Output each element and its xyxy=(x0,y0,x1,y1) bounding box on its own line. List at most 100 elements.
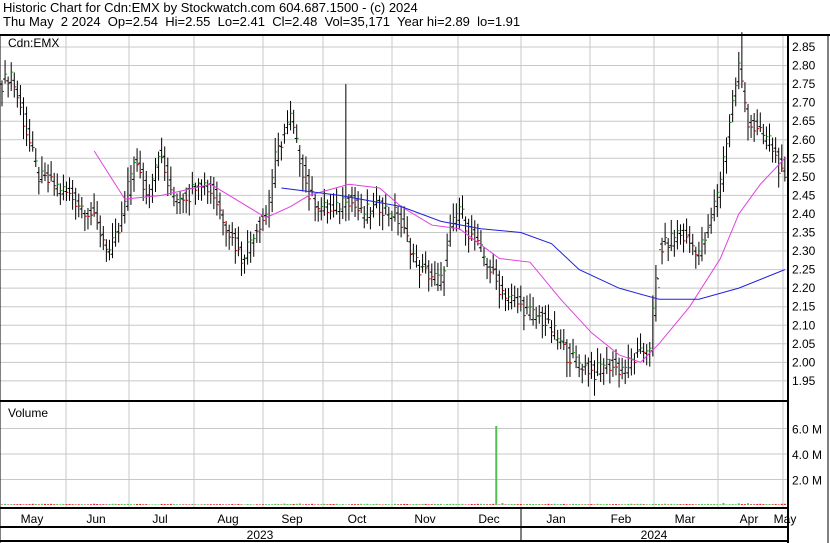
ohlc-bar xyxy=(512,285,517,308)
price-tick-label: 2.35 xyxy=(792,226,816,240)
ohlc-bar xyxy=(64,181,69,201)
ohlc-bar xyxy=(472,220,477,251)
ohlc-bar xyxy=(727,114,732,148)
price-tick-label: 2.60 xyxy=(792,133,816,147)
ohlc-bar xyxy=(485,257,490,280)
ohlc-bar xyxy=(346,194,351,221)
ohlc-bar xyxy=(242,254,247,274)
price-tick-label: 2.55 xyxy=(792,151,816,165)
ohlc-bar xyxy=(497,270,502,309)
ohlc-bar xyxy=(353,186,358,217)
ohlc-bar xyxy=(696,241,701,266)
ohlc-bar xyxy=(264,205,269,225)
price-tick-label: 2.75 xyxy=(792,77,816,91)
ohlc-bar xyxy=(592,360,597,396)
price-tick-label: 2.20 xyxy=(792,281,816,295)
volume-tick-label: 4.0 M xyxy=(792,448,822,462)
price-tick-label: 2.30 xyxy=(792,244,816,258)
ohlc-bar xyxy=(270,169,275,213)
ohlc-bar xyxy=(656,249,661,289)
ohlc-bar xyxy=(257,216,262,244)
ohlc-bar xyxy=(709,207,714,234)
ohlc-bar xyxy=(313,194,318,222)
year-label: 2024 xyxy=(641,528,668,542)
ohlc-bar xyxy=(359,193,364,214)
ohlc-bar xyxy=(721,146,726,193)
ohlc-bar xyxy=(405,216,410,243)
price-tick-label: 2.40 xyxy=(792,207,816,221)
grid xyxy=(0,36,788,508)
ohlc-bar xyxy=(571,338,576,359)
ohlc-bar xyxy=(288,100,293,131)
ohlc-bar xyxy=(411,243,416,263)
ohlc-bar xyxy=(635,337,640,358)
ohlc-bar xyxy=(392,193,397,222)
chart-frame xyxy=(0,34,830,543)
ohlc-bar xyxy=(135,148,140,172)
ohlc-bar xyxy=(122,191,127,224)
volume-tick-label: 6.0 M xyxy=(792,423,822,437)
ohlc-bar xyxy=(690,233,695,256)
ohlc-bar xyxy=(310,176,315,197)
price-tick-label: 2.50 xyxy=(792,170,816,184)
ohlc-bar xyxy=(42,162,47,182)
ohlc-bar xyxy=(724,137,729,174)
price-tick-label: 2.00 xyxy=(792,355,816,369)
ohlc-bar xyxy=(377,195,382,227)
ohlc-bar xyxy=(491,253,496,275)
month-label: Jan xyxy=(546,512,565,526)
ohlc-bar xyxy=(251,233,256,257)
ohlc-bar xyxy=(518,285,523,312)
ohlc-bar xyxy=(98,215,103,248)
ohlc-bar xyxy=(426,260,431,292)
ohlc-bar xyxy=(282,123,287,144)
price-tick-label: 2.85 xyxy=(792,40,816,54)
ohlc-bar xyxy=(236,226,241,257)
month-label: Jul xyxy=(152,512,167,526)
ohlc-bar xyxy=(205,179,210,204)
ohlc-bar xyxy=(221,209,226,236)
ohlc-bar xyxy=(150,173,155,203)
ohlc-bar xyxy=(254,223,259,243)
ohlc-bar xyxy=(362,205,367,229)
ohlc-bar xyxy=(15,80,20,108)
price-tick-label: 2.25 xyxy=(792,263,816,277)
ohlc-bar xyxy=(233,228,238,264)
ohlc-bar xyxy=(174,193,179,215)
ohlc-bar xyxy=(396,206,401,236)
ohlc-bar xyxy=(273,137,278,189)
ohlc-bar xyxy=(666,238,671,262)
year-label: 2023 xyxy=(247,528,274,542)
ohlc-bar xyxy=(414,244,419,268)
month-label: Mar xyxy=(675,512,696,526)
ohlc-bar xyxy=(684,218,689,244)
month-label: Jun xyxy=(86,512,105,526)
ohlc-bar xyxy=(328,193,333,220)
ohlc-bar xyxy=(159,137,164,164)
ohlc-bar xyxy=(178,191,183,214)
ohlc-bar xyxy=(610,351,615,377)
ohlc-bar xyxy=(463,216,468,246)
ohlc-bar xyxy=(663,222,668,246)
ohlc-bar xyxy=(119,201,124,233)
ohlc-bar xyxy=(537,305,542,324)
ohlc-bar xyxy=(503,288,508,312)
price-tick-label: 2.15 xyxy=(792,300,816,314)
price-tick-label: 2.80 xyxy=(792,59,816,73)
ohlc-bar xyxy=(583,354,588,375)
ohlc-bar xyxy=(543,305,548,336)
ohlc-bar xyxy=(675,219,680,250)
ohlc-bar xyxy=(27,119,32,152)
ohlc-bar xyxy=(110,223,115,259)
ohlc-bar xyxy=(693,246,698,269)
ohlc-bar xyxy=(33,148,38,168)
ma-long-line xyxy=(281,187,786,300)
ohlc-bar xyxy=(773,137,778,163)
ohlc-bar xyxy=(79,197,84,219)
ohlc-bar xyxy=(739,32,744,89)
ohlc-bar xyxy=(349,186,354,213)
ohlc-bar xyxy=(712,189,717,222)
ohlc-bar xyxy=(227,224,232,250)
ohlc-bar xyxy=(156,151,161,181)
ohlc-bar xyxy=(73,187,78,220)
